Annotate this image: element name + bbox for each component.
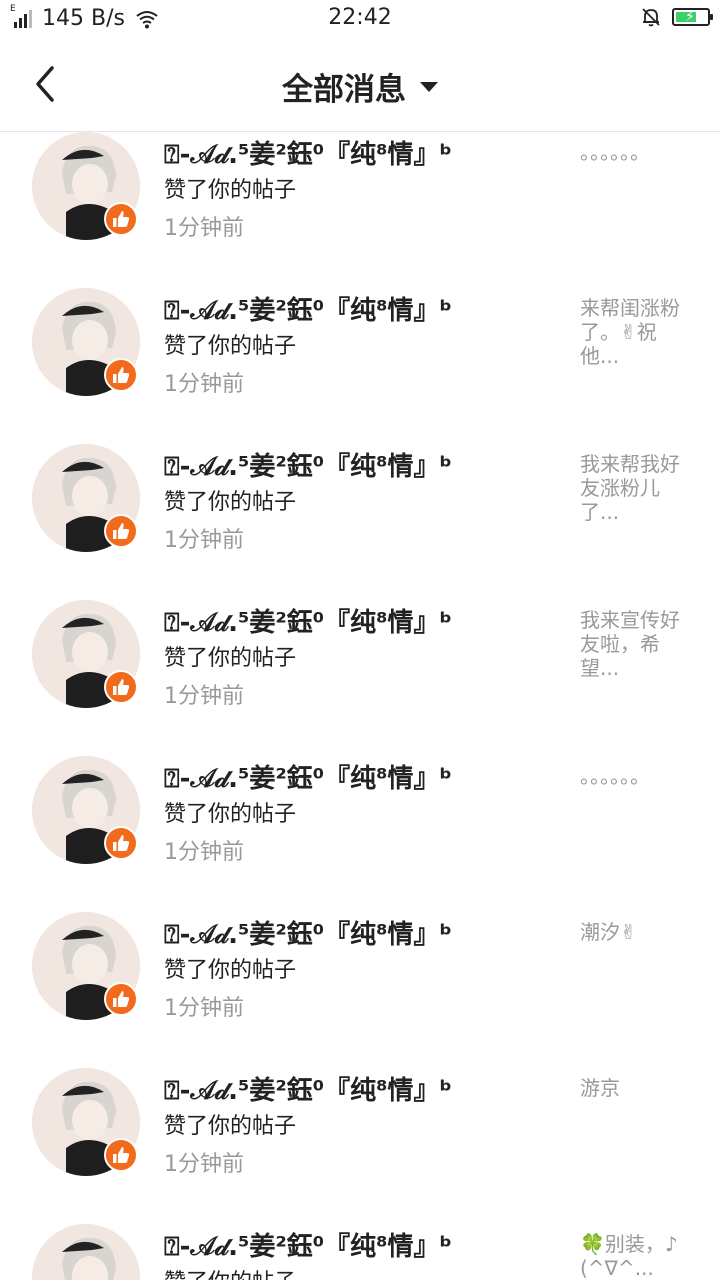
post-preview[interactable]: 。。。。。。 (580, 140, 690, 164)
thumbs-up-icon (113, 211, 130, 227)
timestamp: 1分钟前 (164, 996, 244, 1021)
post-preview[interactable]: 来帮闺涨粉了。✌祝他... (580, 296, 690, 368)
sender-name: ⍰-𝒜𝒹.⁵姜²鈺⁰『纯⁸情』ᵇ (164, 608, 452, 638)
top-header: 全部消息 (0, 40, 720, 132)
like-badge (104, 202, 138, 236)
post-preview[interactable]: 我来帮我好友涨粉儿了... (580, 452, 690, 524)
action-text: 赞了你的帖子 (164, 1114, 297, 1139)
post-preview[interactable]: 我来宣传好友啦，希望... (580, 608, 690, 680)
action-text: 赞了你的帖子 (164, 490, 297, 515)
timestamp: 1分钟前 (164, 216, 244, 241)
post-preview[interactable]: 潮汐✌ (580, 920, 690, 944)
thumbs-up-icon (113, 679, 130, 695)
clock: 22:42 (328, 5, 392, 30)
timestamp: 1分钟前 (164, 840, 244, 865)
sender-name: ⍰-𝒜𝒹.⁵姜²鈺⁰『纯⁸情』ᵇ (164, 1076, 452, 1106)
like-badge (104, 826, 138, 860)
action-text: 赞了你的帖子 (164, 334, 297, 359)
like-badge (104, 670, 138, 704)
timestamp: 1分钟前 (164, 684, 244, 709)
action-text: 赞了你的帖子 (164, 1264, 296, 1280)
sender-name: ⍰-𝒜𝒹.⁵姜²鈺⁰『纯⁸情』ᵇ (164, 140, 452, 170)
sender-name: ⍰-𝒜𝒹.⁵姜²鈺⁰『纯⁸情』ᵇ (164, 296, 452, 326)
action-text: 赞了你的帖子 (164, 646, 297, 671)
like-badge (104, 982, 138, 1016)
status-bar: E 145 B/s 22:42 ⚡ (0, 0, 720, 40)
thumbs-up-icon (113, 1147, 130, 1163)
list-item[interactable]: ⍰-𝒜𝒹.⁵姜²鈺⁰『纯⁸情』ᵇ 赞了你的帖子 🍀别装，♪(^∇^... (0, 1224, 720, 1280)
title-dropdown[interactable]: 全部消息 (0, 64, 720, 109)
list-item[interactable]: ⍰-𝒜𝒹.⁵姜²鈺⁰『纯⁸情』ᵇ 赞了你的帖子 1分钟前 。。。。。。 (0, 756, 720, 912)
sender-name: ⍰-𝒜𝒹.⁵姜²鈺⁰『纯⁸情』ᵇ (164, 764, 452, 794)
battery-icon: ⚡ (672, 8, 713, 26)
action-text: 赞了你的帖子 (164, 178, 297, 203)
list-item[interactable]: ⍰-𝒜𝒹.⁵姜²鈺⁰『纯⁸情』ᵇ 赞了你的帖子 1分钟前 来帮闺涨粉了。✌祝他.… (0, 288, 720, 444)
action-text: 赞了你的帖子 (164, 958, 297, 983)
avatar-image (32, 1224, 140, 1280)
like-badge (104, 358, 138, 392)
thumbs-up-icon (113, 835, 130, 851)
thumbs-up-icon (113, 367, 130, 383)
thumbs-up-icon (113, 523, 130, 539)
sender-name: ⍰-𝒜𝒹.⁵姜²鈺⁰『纯⁸情』ᵇ (164, 1232, 452, 1262)
sender-name: ⍰-𝒜𝒹.⁵姜²鈺⁰『纯⁸情』ᵇ (164, 452, 452, 482)
timestamp: 1分钟前 (164, 528, 244, 553)
bell-muted-icon (642, 8, 660, 27)
caret-down-icon (420, 81, 438, 92)
list-item[interactable]: ⍰-𝒜𝒹.⁵姜²鈺⁰『纯⁸情』ᵇ 赞了你的帖子 1分钟前 。。。。。。 (0, 132, 720, 288)
list-item[interactable]: ⍰-𝒜𝒹.⁵姜²鈺⁰『纯⁸情』ᵇ 赞了你的帖子 1分钟前 游京 (0, 1068, 720, 1224)
post-preview[interactable]: 游京 (580, 1076, 690, 1100)
avatar[interactable] (32, 1224, 140, 1280)
timestamp: 1分钟前 (164, 372, 244, 397)
post-preview[interactable]: 。。。。。。 (580, 764, 690, 788)
page-title: 全部消息 (282, 72, 406, 108)
timestamp: 1分钟前 (164, 1152, 244, 1177)
like-badge (104, 1138, 138, 1172)
like-badge (104, 514, 138, 548)
action-text: 赞了你的帖子 (164, 802, 297, 827)
list-item[interactable]: ⍰-𝒜𝒹.⁵姜²鈺⁰『纯⁸情』ᵇ 赞了你的帖子 1分钟前 我来帮我好友涨粉儿了.… (0, 444, 720, 600)
thumbs-up-icon (113, 991, 130, 1007)
post-preview[interactable]: 🍀别装，♪(^∇^... (580, 1232, 690, 1280)
list-item[interactable]: ⍰-𝒜𝒹.⁵姜²鈺⁰『纯⁸情』ᵇ 赞了你的帖子 1分钟前 我来宣传好友啦，希望.… (0, 600, 720, 756)
sender-name: ⍰-𝒜𝒹.⁵姜²鈺⁰『纯⁸情』ᵇ (164, 920, 452, 950)
list-item[interactable]: ⍰-𝒜𝒹.⁵姜²鈺⁰『纯⁸情』ᵇ 赞了你的帖子 1分钟前 潮汐✌ (0, 912, 720, 1068)
